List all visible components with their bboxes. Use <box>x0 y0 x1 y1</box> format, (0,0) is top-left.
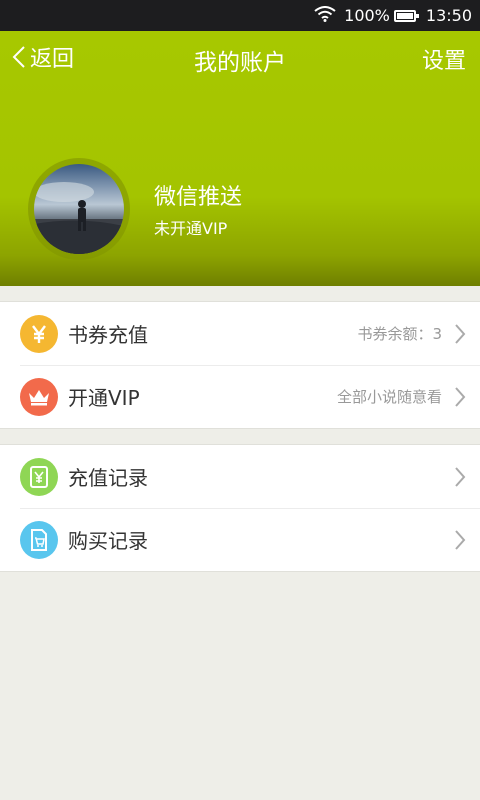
recharge-record-item[interactable]: 充值记录 <box>0 445 480 508</box>
open-vip-item[interactable]: 开通VIP 全部小说随意看 <box>0 365 480 428</box>
account-header: 返回 我的账户 设置 微信推送 未开通VIP <box>0 31 480 286</box>
yen-coin-icon <box>20 314 58 353</box>
records-group: 充值记录 购买记录 <box>0 444 480 572</box>
account-group: 书券充值 书券余额：3 开通VIP 全部小说随意看 <box>0 301 480 429</box>
battery-percent: 100% <box>344 6 390 25</box>
clock: 13:50 <box>425 6 472 25</box>
navbar: 返回 我的账户 设置 <box>0 31 480 88</box>
user-name: 微信推送 <box>154 185 243 210</box>
recharge-record-label: 充值记录 <box>68 466 148 490</box>
avatar-ring <box>28 158 130 260</box>
page-title: 我的账户 <box>194 50 286 76</box>
purchase-record-item[interactable]: 购买记录 <box>0 508 480 571</box>
chevron-right-icon <box>455 386 466 407</box>
purchase-record-label: 购买记录 <box>68 529 148 553</box>
coupon-balance: 书券余额：3 <box>357 325 442 343</box>
chevron-right-icon <box>455 466 466 487</box>
wifi-icon <box>314 5 336 26</box>
profile-card[interactable]: 微信推送 未开通VIP <box>28 158 242 260</box>
battery-icon <box>393 9 419 22</box>
recharge-coupon-item[interactable]: 书券充值 书券余额：3 <box>0 302 480 365</box>
settings-button[interactable]: 设置 <box>422 43 466 75</box>
status-bar: 100% 13:50 <box>0 0 480 31</box>
purchase-record-icon <box>20 520 58 559</box>
chevron-right-icon <box>455 323 466 344</box>
recharge-coupon-label: 书券充值 <box>68 323 148 347</box>
open-vip-label: 开通VIP <box>68 386 140 410</box>
crown-icon <box>20 377 58 416</box>
recharge-record-icon <box>20 457 58 496</box>
chevron-right-icon <box>455 529 466 550</box>
vip-description: 全部小说随意看 <box>336 388 442 406</box>
avatar[interactable] <box>34 164 124 254</box>
vip-status: 未开通VIP <box>154 219 228 238</box>
